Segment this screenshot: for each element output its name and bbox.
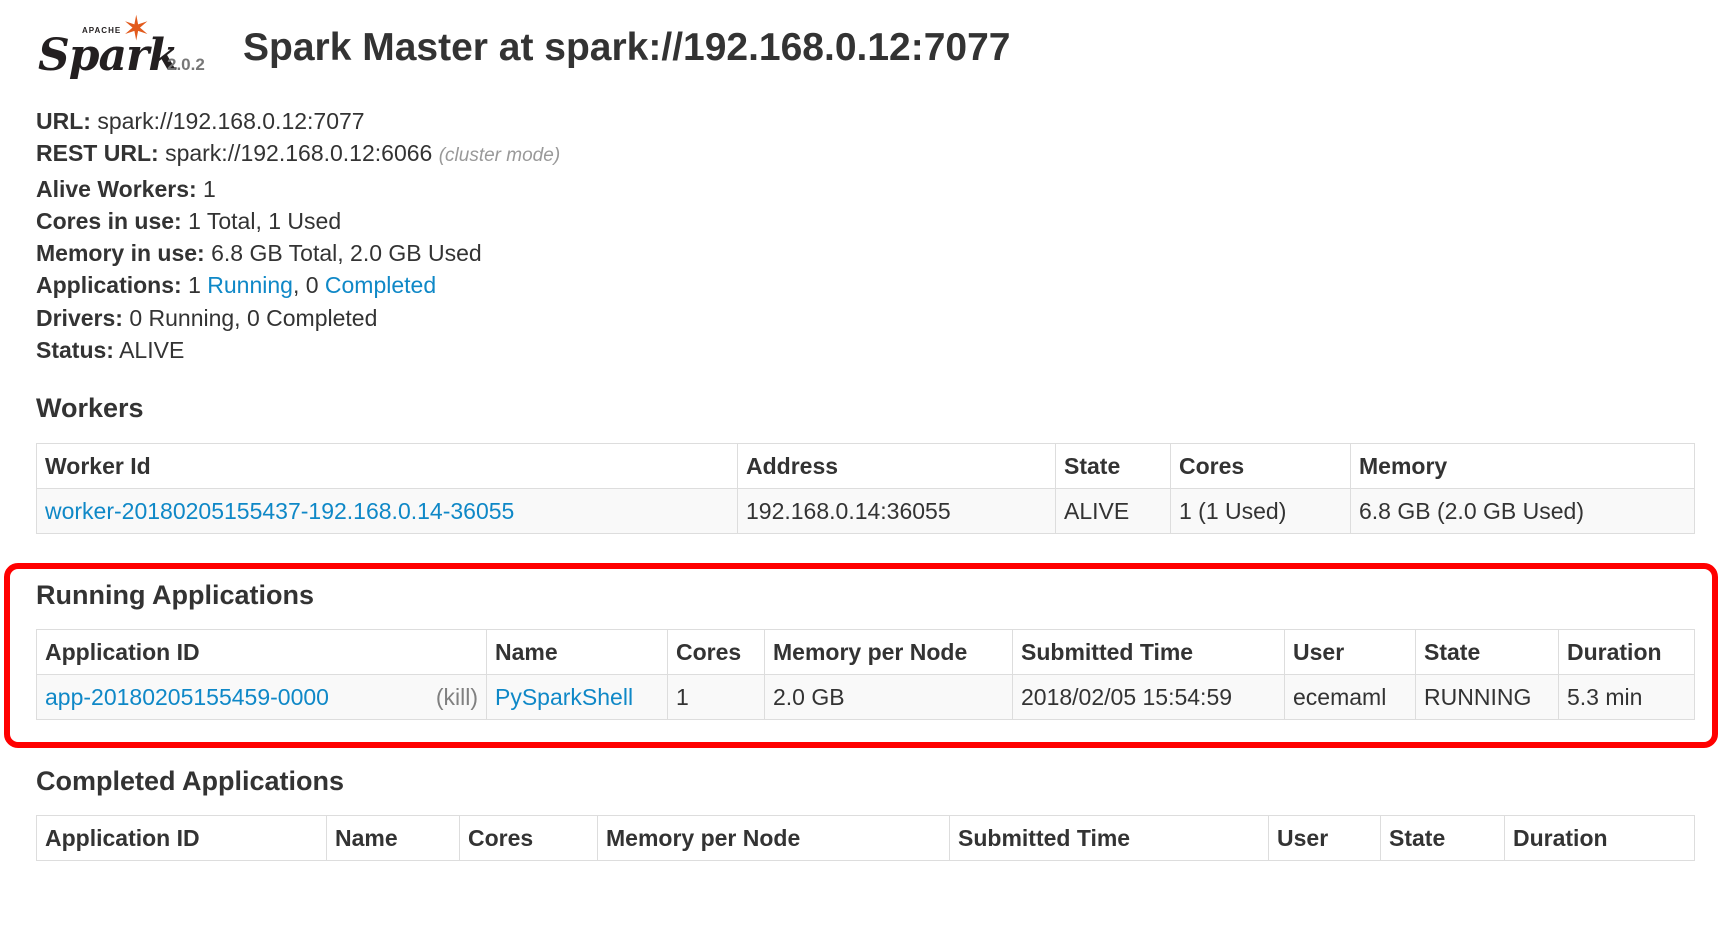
highlight-box	[4, 563, 1718, 748]
col-header[interactable]: Submitted Time	[949, 815, 1269, 861]
worker-memory: 6.8 GB (2.0 GB Used)	[1350, 488, 1695, 534]
summary-rest-url: REST URL: spark://192.168.0.12:6066 (clu…	[36, 140, 561, 167]
summary-status: Status: ALIVE	[36, 337, 185, 364]
col-header[interactable]: Name	[326, 815, 460, 861]
spark-master-page: APACHE Spark ✶ 2.0.2 Spark Master at spa…	[0, 0, 1726, 943]
worker-id-cell: worker-20180205155437-192.168.0.14-36055	[36, 488, 738, 534]
worker-cores: 1 (1 Used)	[1170, 488, 1351, 534]
logo-wordmark: Spark	[38, 30, 179, 81]
cluster-summary: URL: spark://192.168.0.12:7077 REST URL:…	[36, 105, 560, 366]
summary-drivers: Drivers: 0 Running, 0 Completed	[36, 304, 378, 331]
table-header-row: Worker Id Address State Cores Memory	[36, 443, 1695, 489]
workers-table: Worker Id Address State Cores Memory wor…	[36, 443, 1695, 534]
running-apps-link[interactable]: Running	[207, 272, 293, 298]
col-header[interactable]: Memory	[1350, 443, 1695, 489]
page-title: Spark Master at spark://192.168.0.12:707…	[243, 26, 1011, 69]
col-header[interactable]: Application ID	[36, 815, 327, 861]
col-header[interactable]: Worker Id	[36, 443, 738, 489]
summary-applications: Applications: 1 Running, 0 Completed	[36, 272, 437, 299]
col-header[interactable]: Memory per Node	[597, 815, 950, 861]
summary-memory: Memory in use: 6.8 GB Total, 2.0 GB Used	[36, 240, 482, 267]
col-header[interactable]: Address	[737, 443, 1056, 489]
col-header[interactable]: Cores	[459, 815, 598, 861]
col-header[interactable]: Cores	[1170, 443, 1351, 489]
completed-apps-link[interactable]: Completed	[325, 272, 436, 298]
spark-version: 2.0.2	[167, 55, 205, 74]
col-header[interactable]: State	[1380, 815, 1505, 861]
spark-star-icon: ✶	[122, 10, 151, 48]
table-header-row: Application ID Name Cores Memory per Nod…	[36, 815, 1695, 861]
summary-alive-workers: Alive Workers: 1	[36, 175, 216, 202]
col-header[interactable]: State	[1055, 443, 1171, 489]
summary-url: URL: spark://192.168.0.12:7077	[36, 108, 365, 134]
spark-logo[interactable]: APACHE Spark ✶	[34, 10, 179, 81]
worker-link[interactable]: worker-20180205155437-192.168.0.14-36055	[45, 498, 514, 524]
col-header[interactable]: Duration	[1504, 815, 1695, 861]
rest-mode-note: (cluster mode)	[438, 145, 561, 167]
completed-apps-table: Application ID Name Cores Memory per Nod…	[36, 815, 1695, 861]
completed-apps-title: Completed Applications	[36, 766, 345, 796]
worker-address: 192.168.0.14:36055	[737, 488, 1056, 534]
summary-cores: Cores in use: 1 Total, 1 Used	[36, 207, 342, 234]
table-row: worker-20180205155437-192.168.0.14-36055…	[36, 488, 1695, 534]
worker-state: ALIVE	[1055, 488, 1171, 534]
workers-title: Workers	[36, 393, 144, 423]
col-header[interactable]: User	[1268, 815, 1381, 861]
